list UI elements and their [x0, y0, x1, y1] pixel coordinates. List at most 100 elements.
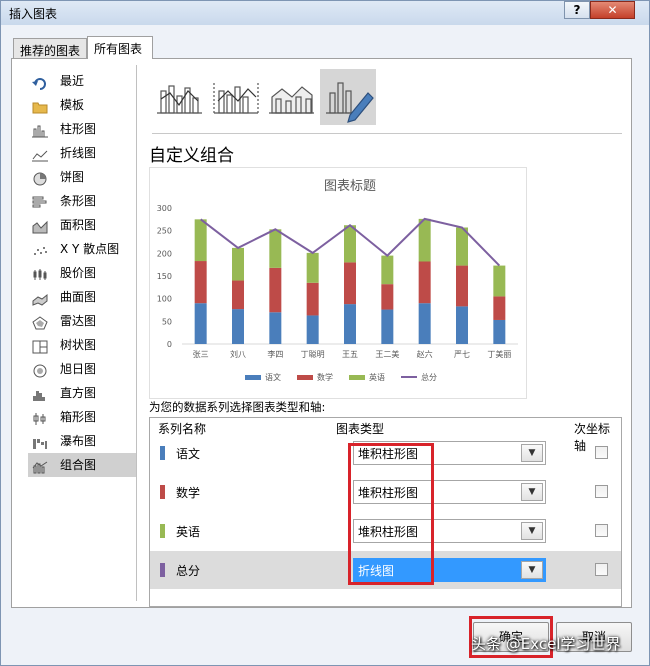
sidebar-item-label: 条形图: [60, 194, 97, 208]
sidebar-item-combo-chart[interactable]: 组合图: [28, 453, 136, 477]
chart-title: 图表标题: [324, 179, 376, 194]
tab-all-charts[interactable]: 所有图表: [87, 36, 153, 59]
stock-chart-icon: [32, 266, 48, 280]
sidebar-item-label: 曲面图: [60, 290, 97, 304]
combo-area-column-icon[interactable]: [264, 69, 320, 125]
bar-segment: [381, 255, 394, 285]
x-tick-label: 丁聪明: [301, 349, 325, 359]
scatter-chart-icon: [32, 242, 48, 256]
bar-segment: [418, 261, 431, 304]
sidebar-item-label: 模板: [60, 98, 85, 112]
bar-segment: [493, 265, 506, 297]
bar-segment: [306, 282, 319, 316]
sidebar-item-sunburst-chart[interactable]: 旭日图: [28, 357, 136, 381]
bar-segment: [381, 309, 394, 344]
x-tick-label: 王五: [342, 350, 358, 359]
surface-chart-icon: [32, 290, 48, 306]
histogram-chart-icon: [32, 386, 48, 401]
bar-segment: [418, 218, 431, 262]
sidebar-item-pie-chart[interactable]: 饼图: [28, 165, 136, 189]
y-tick-label: 150: [157, 272, 172, 281]
bar-segment: [344, 225, 356, 263]
bar-segment: [194, 219, 207, 262]
treemap-chart-icon: [32, 338, 48, 354]
combo-chart: 图表标题 0 50 100 150 200 250 300 张三 刘八 李四 丁聪明 王五 王二美 赵六 严七…: [157, 179, 518, 382]
sidebar-item-line-chart[interactable]: 折线图: [28, 141, 136, 165]
sidebar-item-radar-chart[interactable]: 雷达图: [28, 309, 136, 333]
series-color-swatch: [160, 524, 165, 538]
bar-segment: [232, 280, 244, 310]
sidebar-item-box-chart[interactable]: 箱形图: [28, 405, 136, 429]
sidebar-item-label: 面积图: [60, 218, 97, 232]
dropdown-arrow-icon[interactable]: ▼: [521, 522, 543, 540]
secondary-axis-checkbox[interactable]: [595, 446, 608, 459]
sidebar-item-bar-chart[interactable]: 条形图: [28, 189, 136, 213]
combo-column-line-icon[interactable]: [152, 69, 208, 125]
highlight-box-chart-types: [348, 443, 434, 585]
sidebar-item-stock-chart[interactable]: 股价图: [28, 261, 136, 285]
dropdown-arrow-icon[interactable]: ▼: [521, 444, 543, 462]
sidebar-item-label: 旭日图: [60, 362, 97, 376]
sidebar-item-label: 箱形图: [60, 410, 97, 424]
bar-segment: [306, 315, 319, 344]
column-chart-icon: [32, 122, 48, 138]
chart-preview: 图表标题 0 50 100 150 200 250 300 张三 刘八 李四 丁聪明 王五 王二美 赵六 严七…: [149, 167, 527, 399]
help-button[interactable]: ?: [564, 1, 590, 19]
bar-segment: [381, 284, 394, 310]
bar-segment: [306, 252, 319, 283]
sidebar-item-folder[interactable]: 模板: [28, 93, 136, 117]
bar-segment: [493, 296, 506, 320]
tab-recommended-charts[interactable]: 推荐的图表: [13, 38, 87, 58]
sidebar-item-column-chart[interactable]: 柱形图: [28, 117, 136, 141]
sidebar-divider: [136, 65, 137, 601]
pie-chart-icon: [32, 170, 48, 186]
series-name: 语文: [176, 447, 201, 461]
bar-segment: [269, 312, 282, 344]
series-type-instruction: 为您的数据系列选择图表类型和轴:: [149, 400, 326, 414]
dropdown-arrow-icon[interactable]: ▼: [521, 561, 543, 579]
x-tick-label: 严七: [454, 350, 470, 359]
bar-segment: [456, 265, 468, 307]
sidebar-item-label: 雷达图: [60, 314, 97, 328]
box-chart-icon: [32, 410, 48, 425]
y-tick-label: 200: [157, 249, 172, 258]
bar-segment: [194, 261, 207, 304]
sidebar-item-label: X Y 散点图: [60, 242, 120, 256]
dropdown-arrow-icon[interactable]: ▼: [521, 483, 543, 501]
sidebar-item-recent[interactable]: 最近: [28, 69, 136, 93]
area-chart-icon: [32, 218, 48, 234]
sidebar-item-area-chart[interactable]: 面积图: [28, 213, 136, 237]
y-tick-label: 50: [162, 317, 172, 326]
sidebar-item-scatter-chart[interactable]: X Y 散点图: [28, 237, 136, 261]
bar-segment: [232, 247, 244, 281]
sidebar-item-label: 股价图: [60, 266, 97, 280]
sidebar-item-label: 树状图: [60, 338, 97, 352]
series-name: 数学: [176, 486, 201, 500]
sidebar-item-label: 最近: [60, 74, 85, 88]
sidebar-item-waterfall-chart[interactable]: 瀑布图: [28, 429, 136, 453]
secondary-axis-checkbox[interactable]: [595, 563, 608, 576]
sidebar-item-treemap-chart[interactable]: 树状图: [28, 333, 136, 357]
x-tick-label: 丁美丽: [487, 349, 511, 359]
bar-segment: [418, 303, 431, 344]
secondary-axis-checkbox[interactable]: [595, 524, 608, 537]
custom-combo-icon[interactable]: [320, 69, 376, 125]
secondary-axis-checkbox[interactable]: [595, 485, 608, 498]
series-name: 总分: [176, 564, 201, 578]
series-color-swatch: [160, 446, 165, 460]
bar-segment: [269, 267, 282, 313]
sidebar-item-label: 饼图: [60, 170, 85, 184]
folder-icon: [32, 98, 48, 114]
sidebar-item-label: 折线图: [60, 146, 97, 160]
sidebar-item-label: 组合图: [60, 458, 97, 472]
sidebar-item-surface-chart[interactable]: 曲面图: [28, 285, 136, 309]
waterfall-chart-icon: [32, 434, 48, 449]
close-button[interactable]: ✕: [590, 1, 635, 19]
sidebar-item-histogram-chart[interactable]: 直方图: [28, 381, 136, 405]
combo-column-line-secondary-icon[interactable]: [208, 69, 264, 125]
insert-chart-dialog: 插入图表 ? ✕ 推荐的图表 所有图表 最近 模板 柱形图 折线图 饼图 条形图 面积图 X …: [0, 0, 650, 666]
legend-label: 语文: [265, 372, 281, 382]
x-tick-label: 王二美: [375, 349, 399, 359]
legend-swatch: [349, 375, 365, 380]
line-chart-icon: [32, 146, 48, 162]
